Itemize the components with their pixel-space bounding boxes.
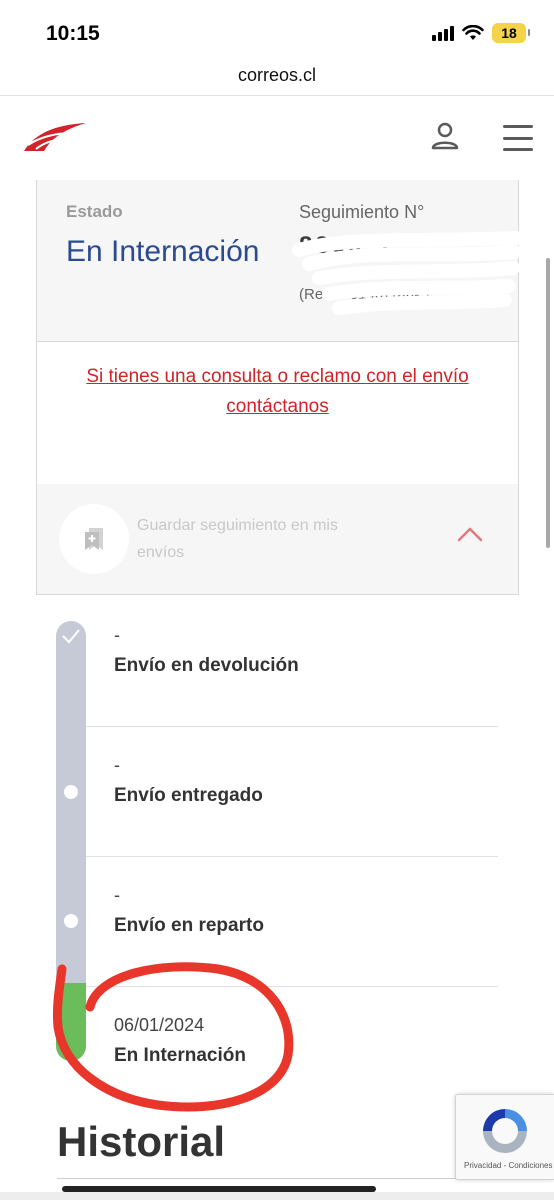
user-icon[interactable] — [430, 121, 460, 151]
battery-indicator: 18 — [492, 23, 530, 43]
divider — [57, 1178, 477, 1179]
tracking-card: Estado En Internación Seguimiento N° 880… — [36, 180, 519, 595]
recaptcha-icon — [483, 1109, 527, 1153]
timeline-status: Envío en devolución — [114, 655, 299, 676]
recaptcha-privacy-link[interactable]: Privacidad — [464, 1161, 501, 1170]
home-indicator — [62, 1186, 376, 1192]
status-bar: 10:15 18 — [0, 0, 554, 60]
hamburger-menu-icon[interactable] — [503, 125, 533, 151]
timeline-item: - Envío entregado — [86, 727, 498, 857]
timeline-date: - — [114, 755, 120, 775]
timeline-dot — [64, 785, 78, 799]
page-scrollbar[interactable] — [546, 258, 550, 548]
url-bar[interactable]: correos.cl — [0, 60, 554, 96]
seguimiento-label: Seguimiento N° — [299, 202, 425, 222]
timeline-status: Envío en reparto — [114, 915, 264, 936]
bottom-strip — [0, 1192, 554, 1200]
timeline-status: Envío entregado — [114, 785, 263, 806]
wifi-icon — [462, 25, 484, 40]
signal-icon — [432, 25, 454, 41]
site-header — [0, 97, 554, 179]
save-tracking-label: Guardar seguimiento en mis envíos — [137, 517, 338, 561]
status-time: 10:15 — [46, 22, 100, 45]
recaptcha-links: Privacidad - Condiciones — [464, 1161, 553, 1170]
timeline-dot — [64, 914, 78, 928]
redaction-scribble — [292, 231, 519, 315]
annotation-circle — [53, 962, 294, 1112]
estado-label: Estado — [66, 202, 123, 221]
timeline-item: - Envío en devolución — [86, 597, 498, 727]
historial-heading: Historial — [57, 1118, 226, 1165]
status-icons: 18 — [432, 23, 530, 43]
contact-link[interactable]: Si tienes una consulta o reclamo con el … — [37, 362, 518, 422]
chevron-up-icon[interactable] — [457, 526, 483, 542]
timeline-date: - — [114, 625, 120, 645]
timeline-date: - — [114, 885, 120, 905]
recaptcha-badge[interactable]: Privacidad - Condiciones — [455, 1094, 554, 1180]
bookmark-add-icon — [85, 528, 103, 550]
check-icon — [62, 629, 80, 644]
correos-logo-icon[interactable] — [22, 121, 88, 153]
recaptcha-terms-link[interactable]: Condiciones — [508, 1161, 552, 1170]
save-tracking-row[interactable]: Guardar seguimiento en mis envíos — [37, 484, 518, 594]
estado-value: En Internación — [66, 235, 260, 268]
page: 10:15 18 correos.cl Estado En Internació… — [0, 0, 554, 1200]
save-button[interactable] — [59, 504, 129, 574]
tracking-summary: Estado En Internación Seguimiento N° 880… — [37, 180, 519, 342]
